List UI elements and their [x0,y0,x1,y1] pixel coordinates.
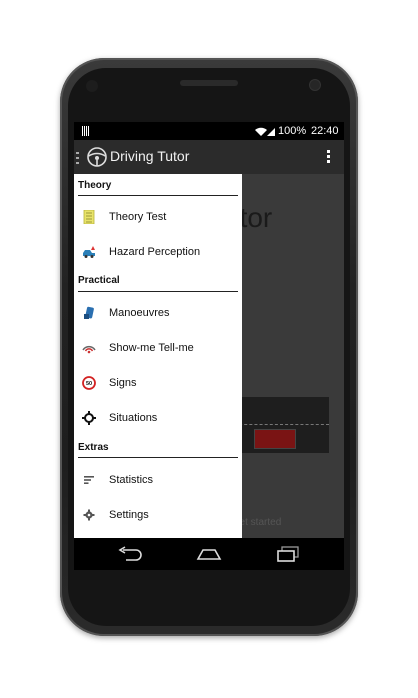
drawer-item-manoeuvres[interactable]: Manoeuvres [74,296,242,330]
steering-wheel-logo-icon[interactable] [85,145,109,169]
manoeuvre-icon [84,306,94,319]
drawer-item-situations[interactable]: Situations [74,401,242,435]
back-icon[interactable] [116,546,142,562]
section-header-practical: Practical [78,275,120,286]
drawer-item-label: Settings [109,509,149,521]
road-illustration [234,397,329,453]
system-nav-bar [74,538,344,570]
gear-icon [83,509,95,521]
home-icon[interactable] [195,546,223,562]
drawer-item-label: Signs [109,377,137,389]
status-bar: 100% 22:40 [74,122,344,140]
screen: 100% 22:40 Driving Tutor utor get starte… [74,122,344,570]
app-title: Driving Tutor [110,148,190,164]
statistics-icon [84,476,94,484]
drawer-item-signs[interactable]: 50 Signs [74,366,242,400]
drawer-item-label: Hazard Perception [109,246,201,258]
navigation-drawer: Theory Theory Test Hazard Perception Pra… [74,174,242,538]
signal-arc-icon [82,345,96,354]
battery-percent: 100% [278,125,307,137]
earpiece-speaker [180,80,238,86]
divider [78,195,238,196]
drawer-item-show-me-tell-me[interactable]: Show-me Tell-me [74,331,242,365]
divider [78,457,238,458]
drawer-item-label: Situations [109,412,158,424]
recent-apps-icon[interactable] [275,546,301,562]
wifi-signal-icon [255,127,275,136]
front-sensor [86,80,98,92]
document-icon [83,210,95,224]
section-header-extras: Extras [78,442,109,453]
front-camera [310,80,320,90]
drawer-item-settings[interactable]: Settings [74,498,242,532]
drawer-item-label: Show-me Tell-me [109,342,194,354]
divider [78,291,238,292]
drawer-item-label: Statistics [109,474,154,486]
car-hazard-icon [83,246,95,258]
car-illustration [254,429,296,449]
clock: 22:40 [311,125,339,137]
drawer-item-hazard-perception[interactable]: Hazard Perception [74,235,242,269]
overflow-menu-icon[interactable] [327,150,330,165]
speed-sign-icon: 50 [82,376,96,390]
notification-icon [82,126,90,136]
drawer-item-statistics[interactable]: Statistics [74,463,242,497]
speed-sign-value: 50 [86,381,92,387]
drawer-item-theory-test[interactable]: Theory Test [74,200,242,234]
action-bar: Driving Tutor [74,140,344,174]
drawer-indicator-icon[interactable] [76,152,80,164]
drawer-item-label: Theory Test [109,211,167,223]
drawer-item-label: Manoeuvres [109,307,170,319]
crosshair-icon [82,411,96,425]
section-header-theory: Theory [78,180,112,191]
